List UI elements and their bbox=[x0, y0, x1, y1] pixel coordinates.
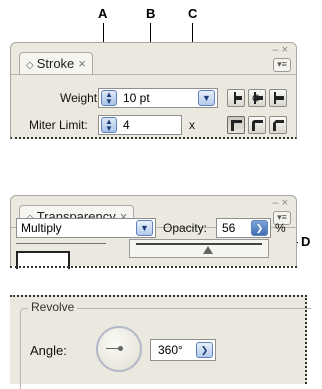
transparency-panel-bottom-edge bbox=[10, 266, 297, 268]
opacity-label: Opacity: bbox=[163, 221, 208, 235]
weight-field[interactable]: ▲ ▼ 10 pt ▼ bbox=[98, 88, 218, 108]
stroke-panel: – × ◇ Stroke × ▾≡ Weight: ▲ ▼ 10 pt ▼ Miter… bbox=[10, 42, 297, 139]
callout-b: B bbox=[146, 6, 156, 21]
angle-slider-toggle-button[interactable]: ❯ bbox=[196, 342, 213, 358]
callout-d: D bbox=[301, 234, 311, 249]
opacity-slider-track[interactable] bbox=[136, 243, 262, 245]
blend-mode-dropdown-button[interactable]: ▼ bbox=[136, 220, 153, 236]
transparency-panel: – × ◇Transparency× ▾≡ Multiply ▼ Opacity… bbox=[10, 195, 297, 269]
panel-menu-icon[interactable]: ▾≡ bbox=[273, 58, 291, 72]
collapse-diamond-icon[interactable]: ◇ bbox=[26, 60, 34, 71]
callout-a: A bbox=[98, 6, 108, 21]
miter-join-button[interactable] bbox=[227, 116, 245, 134]
callout-c: C bbox=[188, 6, 198, 21]
angle-field[interactable]: 360° ❯ bbox=[150, 339, 216, 361]
weight-dropdown-button[interactable]: ▼ bbox=[198, 90, 215, 106]
bevel-join-button[interactable] bbox=[269, 116, 287, 134]
butt-cap-icon bbox=[234, 92, 242, 104]
blend-mode-select[interactable]: Multiply ▼ bbox=[16, 218, 156, 238]
opacity-unit: % bbox=[275, 221, 286, 235]
revolve-panel: Revolve Angle: 360° ❯ bbox=[10, 295, 311, 389]
angle-dial-center bbox=[118, 346, 123, 351]
opacity-field[interactable]: 56 ❯ bbox=[216, 218, 271, 238]
opacity-slider-toggle-button[interactable]: ❯ bbox=[251, 220, 268, 236]
angle-value: 360° bbox=[158, 343, 183, 357]
round-cap-button[interactable] bbox=[248, 89, 266, 107]
opacity-slider-popup[interactable] bbox=[129, 239, 269, 258]
miter-limit-spinner-icon[interactable]: ▲ ▼ bbox=[101, 117, 117, 133]
stroke-panel-body-divider bbox=[11, 74, 296, 75]
angle-label: Angle: bbox=[30, 343, 67, 358]
miter-limit-suffix: x bbox=[189, 118, 195, 132]
opacity-value: 56 bbox=[222, 221, 236, 235]
miter-limit-value: 4 bbox=[123, 118, 130, 132]
miter-limit-label: Miter Limit: bbox=[29, 118, 88, 132]
round-join-button[interactable] bbox=[248, 116, 266, 134]
weight-spinner-icon[interactable]: ▲ ▼ bbox=[101, 90, 117, 106]
bevel-join-icon bbox=[273, 120, 284, 131]
angle-dial[interactable] bbox=[96, 326, 142, 372]
projecting-cap-icon bbox=[274, 92, 284, 104]
blend-mode-value: Multiply bbox=[21, 221, 62, 235]
stroke-panel-window-controls[interactable]: – × bbox=[272, 44, 288, 56]
weight-label: Weight: bbox=[60, 91, 101, 105]
round-join-icon bbox=[252, 120, 263, 131]
opacity-slider-thumb[interactable] bbox=[202, 246, 213, 254]
tab-stroke[interactable]: ◇ Stroke × bbox=[19, 52, 93, 75]
tab-stroke-label: Stroke bbox=[36, 56, 75, 71]
weight-value: 10 pt bbox=[123, 91, 150, 105]
projecting-cap-button[interactable] bbox=[269, 89, 287, 107]
miter-limit-field[interactable]: ▲ ▼ 4 bbox=[98, 115, 182, 135]
butt-cap-button[interactable] bbox=[227, 89, 245, 107]
miter-join-icon bbox=[231, 120, 242, 131]
revolve-group-label: Revolve bbox=[28, 300, 78, 314]
transparency-panel-window-controls[interactable]: – × bbox=[272, 197, 288, 209]
round-cap-icon bbox=[252, 92, 263, 104]
tab-stroke-close-icon[interactable]: × bbox=[78, 56, 86, 71]
transparency-divider bbox=[16, 243, 106, 244]
